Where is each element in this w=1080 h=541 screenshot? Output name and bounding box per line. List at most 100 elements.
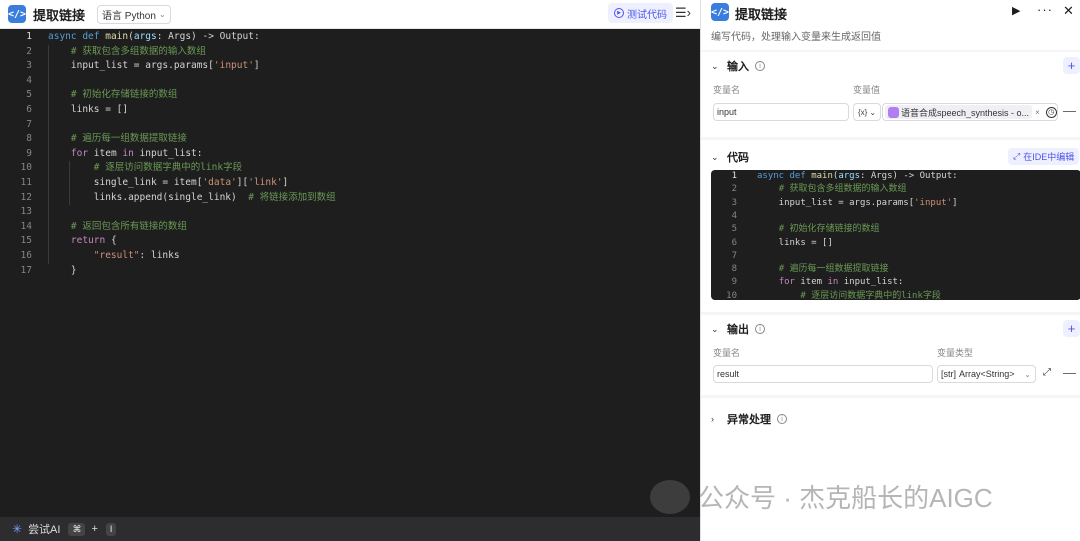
line-number: 15 (20, 235, 32, 247)
code-text: # 获取包含多组数据的输入数组 (70, 45, 206, 57)
code-line[interactable]: 17 } (0, 264, 700, 279)
line-number: 6 (26, 104, 32, 115)
code-line[interactable]: 11 single_link = item['data']['link'] (0, 176, 700, 191)
language-select[interactable]: 语言 Python ⌄ (97, 4, 171, 24)
chevron-down-icon: ⌄ (158, 9, 166, 19)
plus-sign: + (91, 523, 98, 535)
code-line[interactable]: 1 async def main(args: Args) -> Output: (0, 30, 700, 45)
test-code-label: 测试代码 (627, 9, 667, 21)
code-line[interactable]: 14 # 返回包含所有链接的数组 (0, 220, 700, 235)
output-type-select[interactable]: [str] Array<String> ⌄ (937, 365, 1036, 383)
variable-icon: {x} (857, 107, 868, 117)
code-line[interactable]: 10 # 逐层访问数据字典中的link字段 (0, 161, 700, 176)
i-key-badge: I (105, 522, 117, 536)
output-section-title: 输出 (727, 324, 749, 336)
wechat-logo-icon (650, 479, 690, 514)
line-number: 5 (731, 224, 737, 235)
string-array-icon: [str] (941, 369, 956, 379)
run-icon[interactable]: ▶ (1012, 4, 1020, 17)
add-input-button[interactable]: + (1063, 57, 1080, 74)
code-line[interactable]: 7 (711, 250, 1080, 263)
output-section-header[interactable]: ⌄ 输出 i (711, 321, 765, 337)
line-number: 10 (726, 290, 737, 300)
line-number: 5 (26, 89, 32, 101)
add-output-button[interactable]: + (1063, 320, 1080, 337)
code-line[interactable]: 9 for item in input_list: (711, 276, 1080, 289)
info-icon: i (755, 324, 765, 334)
code-line[interactable]: 8 # 遍历每一组数据提取链接 (711, 263, 1080, 276)
chevron-right-icon: › (711, 414, 714, 424)
code-line[interactable]: 7 (0, 118, 700, 133)
line-number: 2 (731, 184, 737, 195)
chevron-down-icon: ⌄ (711, 60, 719, 71)
code-line[interactable]: 5 # 初始化存储链接的数组 (711, 223, 1080, 236)
variable-picker-icon[interactable]: ◷ (1045, 106, 1057, 118)
line-number: 3 (731, 197, 737, 208)
exception-section-header[interactable]: › 异常处理 i (711, 411, 787, 427)
input-var-name-field[interactable]: input (713, 103, 849, 121)
code-text: links = [] (757, 237, 833, 248)
close-icon[interactable]: ✕ (1063, 3, 1074, 19)
code-line[interactable]: 4 (0, 74, 700, 89)
ai-assist-bar[interactable]: ✳ 尝试AI ⌘ + I (0, 517, 700, 541)
input-section-header[interactable]: ⌄ 输入 i (711, 58, 765, 74)
output-var-name-field[interactable]: result (713, 365, 933, 383)
code-line[interactable]: 5 # 初始化存储链接的数组 (0, 88, 700, 103)
input-var-value-field[interactable]: 语音合成speech_synthesis - o... × ◷ (882, 103, 1058, 121)
exception-section-title: 异常处理 (727, 414, 771, 426)
code-text: # 遍历每一组数据提取链接 (778, 264, 889, 275)
reference-chip: 语音合成speech_synthesis - o... (885, 105, 1033, 119)
indent-guide (69, 161, 70, 206)
expand-icon: ⤢ (1013, 151, 1021, 161)
code-line[interactable]: 3 input_list = args.params['input'] (711, 197, 1080, 210)
code-text: # 逐层访问数据字典中的link字段 (93, 162, 243, 174)
code-text: # 遍历每一组数据提取链接 (70, 133, 187, 145)
code-text: links.append(single_link) # 将链接添加到数组 (48, 191, 336, 203)
code-line[interactable]: 6 links = [] (0, 103, 700, 118)
line-number: 3 (26, 60, 32, 72)
code-line[interactable]: 16 "result": links (0, 249, 700, 264)
code-line[interactable]: 15 return { (0, 234, 700, 249)
clear-reference-icon[interactable]: × (1035, 108, 1040, 117)
code-preview[interactable]: 1 async def main(args: Args) -> Output: 2 … (711, 170, 1080, 300)
code-line[interactable]: 12 links.append(single_link) # 将链接添加到数组 (0, 191, 700, 206)
test-code-button[interactable]: ▶ 测试代码 (608, 3, 673, 23)
code-text: # 初始化存储链接的数组 (778, 224, 880, 235)
collapse-panel-icon[interactable]: ☰› (675, 5, 691, 21)
editor-title: 提取链接 (33, 7, 86, 23)
code-line[interactable]: 2 # 获取包含多组数据的输入数组 (711, 183, 1080, 196)
code-line[interactable]: 6 links = [] (711, 237, 1080, 250)
code-text: input_list = args.params['input'] (757, 197, 958, 208)
code-text: async def main(args: Args) -> Output: (757, 171, 958, 181)
line-number: 1 (731, 171, 737, 181)
code-line[interactable]: 10 # 逐层访问数据字典中的link字段 (711, 290, 1080, 300)
remove-input-button[interactable]: — (1063, 103, 1076, 118)
value-type-toggle[interactable]: {x} ⌄ (853, 103, 881, 121)
code-editor[interactable]: 1 async def main(args: Args) -> Output: 2 … (0, 30, 700, 516)
editor-toolbar: </> 提取链接 语言 Python ⌄ ▶ 测试代码 ☰› (0, 0, 700, 29)
code-line[interactable]: 9 for item in input_list: (0, 147, 700, 162)
edit-in-ide-button[interactable]: ⤢ 在IDE中编辑 (1008, 148, 1080, 165)
code-line[interactable]: 13 (0, 205, 700, 220)
play-circle-icon: ▶ (614, 8, 624, 18)
line-number: 16 (20, 250, 32, 261)
remove-output-button[interactable]: — (1063, 365, 1076, 380)
sparkle-icon: ✳ (12, 522, 23, 536)
code-text: links = [] (48, 104, 129, 115)
code-line[interactable]: 8 # 遍历每一组数据提取链接 (0, 132, 700, 147)
code-line[interactable]: 4 (711, 210, 1080, 223)
line-number: 7 (26, 118, 32, 130)
exception-section: › 异常处理 i (701, 398, 1080, 541)
code-section-header[interactable]: ⌄ 代码 (711, 149, 749, 165)
code-text: input_list = args.params['input'] (48, 60, 260, 72)
more-icon[interactable]: ··· (1037, 2, 1053, 17)
code-line[interactable]: 2 # 获取包含多组数据的输入数组 (0, 45, 700, 60)
code-line[interactable]: 1 async def main(args: Args) -> Output: (711, 170, 1080, 183)
code-line[interactable]: 3 input_list = args.params['input'] (0, 59, 700, 74)
code-node-icon: </> (8, 5, 26, 23)
line-number: 2 (26, 45, 32, 57)
watermark-text: 公众号 · 杰克船长的AIGC (698, 483, 993, 513)
expand-icon[interactable]: ⤢ (1043, 367, 1051, 378)
output-section: ⌄ 输出 i + 变量名 变量类型 (701, 315, 1080, 395)
chevron-down-icon: ⌄ (869, 107, 877, 117)
